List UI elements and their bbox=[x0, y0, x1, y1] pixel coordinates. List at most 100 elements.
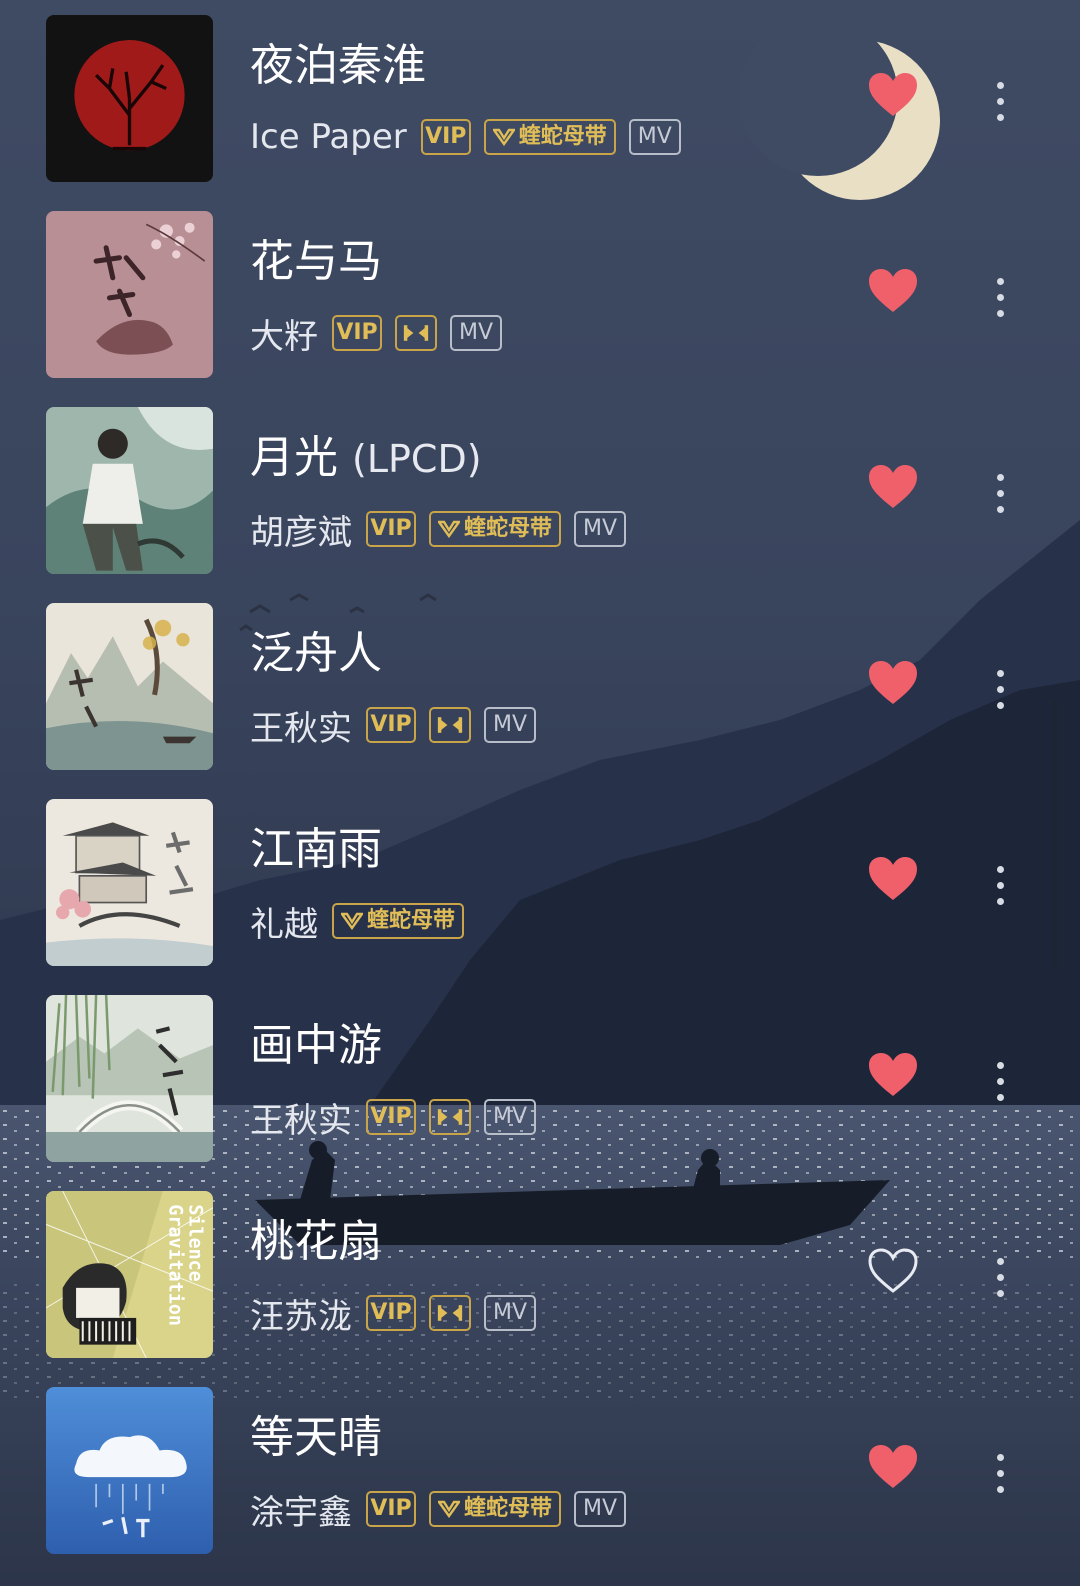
mv-tag[interactable]: MV bbox=[450, 315, 502, 351]
album-cover[interactable] bbox=[46, 603, 213, 770]
song-row[interactable]: 月光 (LPCD) 胡彦斌 VIP 蝰蛇母带 MV bbox=[0, 392, 1080, 574]
song-title-text: 等天晴 bbox=[250, 1412, 382, 1463]
more-vertical-icon[interactable] bbox=[994, 856, 1006, 914]
heart-filled-icon[interactable] bbox=[868, 660, 918, 706]
song-title: 等天晴 bbox=[250, 1410, 382, 1466]
cover-text-silence: Silence bbox=[185, 1204, 206, 1281]
artist-name[interactable]: 汪苏泷 bbox=[250, 1289, 352, 1338]
song-title: 画中游 bbox=[250, 1018, 382, 1074]
more-vertical-icon[interactable] bbox=[994, 72, 1006, 130]
more-vertical-icon[interactable] bbox=[994, 268, 1006, 326]
more-vertical-icon[interactable] bbox=[994, 1248, 1006, 1306]
vip-tag: VIP bbox=[366, 1295, 416, 1331]
more-vertical-icon[interactable] bbox=[994, 1052, 1006, 1110]
viper-master-tag[interactable]: 蝰蛇母带 bbox=[429, 1491, 562, 1527]
song-title-text: 夜泊秦淮 bbox=[250, 40, 426, 91]
song-title: 泛舟人 bbox=[250, 626, 382, 682]
song-row[interactable]: Silence Gravitation 桃花扇 汪苏泷 VIP MV bbox=[0, 1176, 1080, 1358]
album-cover[interactable] bbox=[46, 799, 213, 966]
mv-tag[interactable]: MV bbox=[628, 119, 681, 155]
artist-name[interactable]: 胡彦斌 bbox=[250, 505, 352, 554]
vip-tag: VIP bbox=[366, 1491, 416, 1527]
mv-tag[interactable]: MV bbox=[484, 1295, 536, 1331]
mv-tag[interactable]: MV bbox=[574, 1491, 627, 1527]
song-title-text: 泛舟人 bbox=[250, 628, 382, 679]
sq-quality-icon[interactable] bbox=[429, 1099, 471, 1135]
song-row[interactable]: 泛舟人 王秋实 VIP MV bbox=[0, 588, 1080, 770]
heart-filled-icon[interactable] bbox=[868, 856, 918, 902]
song-title: 江南雨 bbox=[250, 822, 382, 878]
vip-tag: VIP bbox=[366, 511, 416, 547]
song-title-text: 画中游 bbox=[250, 1020, 382, 1071]
album-cover-art bbox=[46, 799, 213, 966]
cover-text-gravitation: Gravitation bbox=[165, 1204, 186, 1326]
song-meta: 王秋实 VIP MV bbox=[250, 701, 549, 749]
artist-name[interactable]: 礼越 bbox=[250, 897, 318, 946]
mv-tag[interactable]: MV bbox=[484, 707, 536, 743]
artist-name[interactable]: Ice Paper bbox=[250, 117, 407, 157]
mv-tag[interactable]: MV bbox=[484, 1099, 536, 1135]
album-cover-art bbox=[46, 1387, 213, 1554]
more-vertical-icon[interactable] bbox=[994, 1444, 1006, 1502]
album-cover[interactable] bbox=[46, 211, 213, 378]
album-cover-art bbox=[46, 603, 213, 770]
album-cover[interactable] bbox=[46, 1387, 213, 1554]
more-vertical-icon[interactable] bbox=[994, 660, 1006, 718]
viper-master-tag[interactable]: 蝰蛇母带 bbox=[332, 903, 465, 939]
viper-master-label: 蝰蛇母带 bbox=[367, 908, 456, 933]
song-title-text: 江南雨 bbox=[250, 824, 382, 875]
heart-outline-icon[interactable] bbox=[868, 1248, 918, 1294]
sq-quality-glyph bbox=[437, 717, 463, 733]
song-meta: Ice Paper VIP 蝰蛇母带 MV bbox=[250, 113, 694, 161]
heart-filled-icon[interactable] bbox=[868, 1052, 918, 1098]
vip-tag: VIP bbox=[366, 707, 416, 743]
sq-quality-icon[interactable] bbox=[429, 707, 471, 743]
mv-tag[interactable]: MV bbox=[574, 511, 627, 547]
artist-name[interactable]: 大籽 bbox=[250, 309, 318, 358]
song-title: 月光 (LPCD) bbox=[250, 430, 482, 487]
song-meta: 涂宇鑫 VIP 蝰蛇母带 MV bbox=[250, 1485, 639, 1533]
song-row[interactable]: 夜泊秦淮 Ice Paper VIP 蝰蛇母带 MV bbox=[0, 0, 1080, 182]
album-cover[interactable]: Silence Gravitation bbox=[46, 1191, 213, 1358]
album-cover[interactable] bbox=[46, 995, 213, 1162]
song-row[interactable]: 画中游 王秋实 VIP MV bbox=[0, 980, 1080, 1162]
heart-filled-icon[interactable] bbox=[868, 464, 918, 510]
heart-filled-icon[interactable] bbox=[868, 72, 918, 118]
viper-v-icon bbox=[341, 912, 363, 930]
song-meta: 胡彦斌 VIP 蝰蛇母带 MV bbox=[250, 505, 639, 553]
song-title-text: 桃花扇 bbox=[250, 1216, 382, 1267]
vip-tag: VIP bbox=[366, 1099, 416, 1135]
scroll-indicator[interactable] bbox=[1053, 700, 1057, 970]
heart-filled-icon[interactable] bbox=[868, 268, 918, 314]
sq-quality-glyph bbox=[437, 1305, 463, 1321]
album-cover[interactable] bbox=[46, 15, 213, 182]
song-row[interactable]: 花与马 大籽 VIP MV bbox=[0, 196, 1080, 378]
viper-master-label: 蝰蛇母带 bbox=[518, 124, 607, 149]
song-title: 夜泊秦淮 bbox=[250, 38, 426, 94]
vip-tag: VIP bbox=[420, 119, 471, 155]
sq-quality-icon[interactable] bbox=[429, 1295, 471, 1331]
sq-quality-glyph bbox=[403, 325, 429, 341]
viper-v-icon bbox=[492, 128, 515, 146]
album-cover-art: Silence Gravitation bbox=[46, 1191, 213, 1358]
song-row[interactable]: 江南雨 礼越 蝰蛇母带 bbox=[0, 784, 1080, 966]
viper-master-tag[interactable]: 蝰蛇母带 bbox=[483, 119, 616, 155]
album-cover-art bbox=[46, 995, 213, 1162]
viper-master-tag[interactable]: 蝰蛇母带 bbox=[429, 511, 562, 547]
sq-quality-glyph bbox=[437, 1109, 463, 1125]
viper-master-label: 蝰蛇母带 bbox=[464, 516, 553, 541]
sq-quality-icon[interactable] bbox=[395, 315, 437, 351]
artist-name[interactable]: 王秋实 bbox=[250, 1093, 352, 1142]
viper-v-icon bbox=[438, 1500, 460, 1518]
heart-filled-icon[interactable] bbox=[868, 1444, 918, 1490]
song-meta: 汪苏泷 VIP MV bbox=[250, 1289, 549, 1337]
song-title-text: 花与马 bbox=[250, 236, 382, 287]
more-vertical-icon[interactable] bbox=[994, 464, 1006, 522]
song-title: 花与马 bbox=[250, 234, 382, 290]
album-cover[interactable] bbox=[46, 407, 213, 574]
song-title-suffix: (LPCD) bbox=[352, 437, 482, 481]
artist-name[interactable]: 王秋实 bbox=[250, 701, 352, 750]
song-meta: 大籽 VIP MV bbox=[250, 309, 515, 357]
artist-name[interactable]: 涂宇鑫 bbox=[250, 1485, 352, 1534]
song-row[interactable]: 等天晴 涂宇鑫 VIP 蝰蛇母带 MV bbox=[0, 1372, 1080, 1554]
